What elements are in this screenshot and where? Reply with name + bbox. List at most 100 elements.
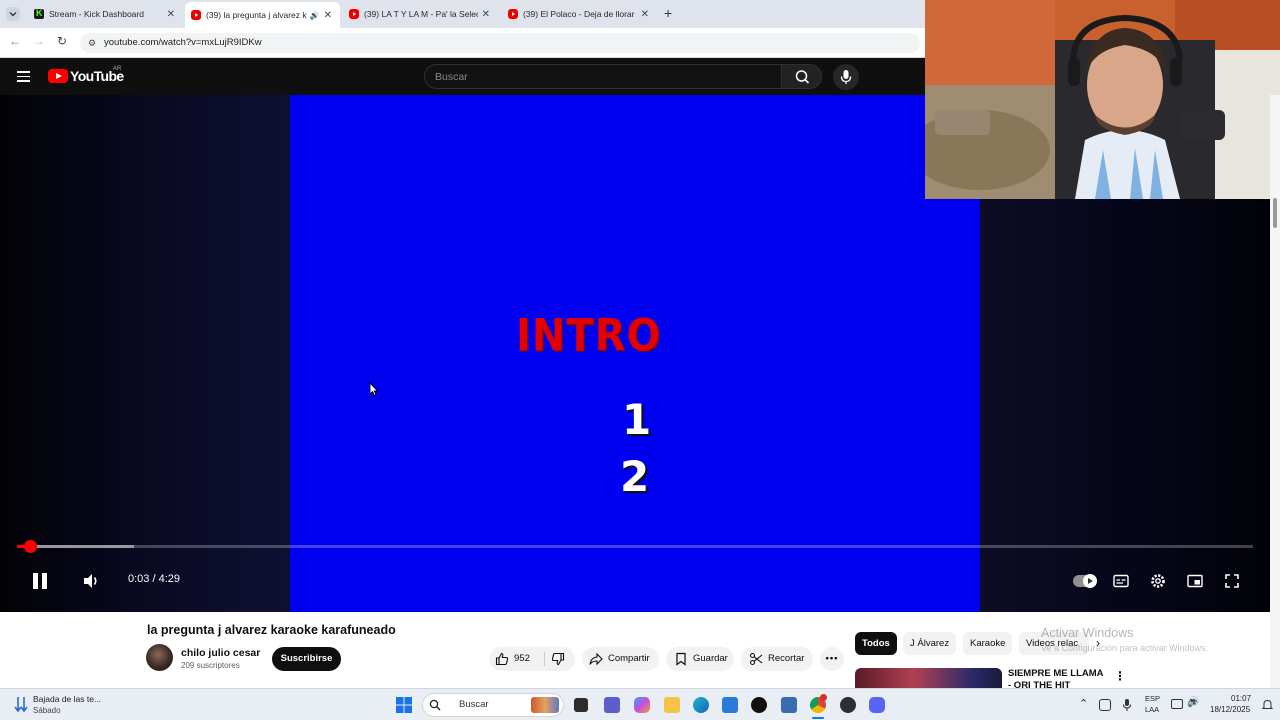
scrubber-handle[interactable]	[24, 540, 38, 553]
channel-avatar[interactable]	[146, 644, 173, 671]
search-input[interactable]	[425, 65, 781, 88]
browser-tab-latylam[interactable]: (39) LA T Y LA M - Pa' la Selecc ✕	[343, 3, 498, 25]
reload-icon[interactable]: ↻	[57, 34, 67, 48]
chrome-notification-badge	[820, 694, 827, 701]
player-ambient-left	[0, 95, 290, 612]
miniplayer-icon[interactable]	[1186, 572, 1204, 590]
discord-icon[interactable]	[869, 697, 885, 713]
voice-search-button[interactable]	[833, 64, 859, 90]
channel-name[interactable]: chilo julio cesar	[181, 647, 260, 659]
clip-button[interactable]: Recortar	[741, 647, 813, 671]
browser-tab-pregunta[interactable]: (39) la pregunta j alvarez ka 🔊 ✕	[185, 2, 340, 28]
fullscreen-icon[interactable]	[1223, 572, 1241, 590]
chip-todos[interactable]: Todos	[855, 632, 897, 655]
video-title: la pregunta j alvarez karaoke karafunead…	[147, 623, 396, 637]
subscriber-count: 209 suscriptores	[181, 661, 240, 670]
taskbar-search-label: Buscar	[459, 699, 489, 710]
search-box[interactable]	[424, 64, 782, 89]
youtube-logo-icon[interactable]	[48, 69, 68, 83]
clock-time[interactable]: 01:07	[1231, 694, 1251, 703]
save-label: Guardar	[693, 653, 728, 664]
edge-icon[interactable]	[693, 697, 709, 713]
file-explorer-icon[interactable]	[664, 697, 680, 713]
notification-bell-icon[interactable]	[1262, 699, 1273, 711]
progress-bar[interactable]	[17, 545, 1253, 548]
youtube-icon	[349, 9, 359, 19]
play-icon	[1088, 578, 1093, 584]
app-icon[interactable]	[781, 697, 797, 713]
karaoke-count-2: 2	[620, 452, 650, 501]
teams-icon[interactable]	[604, 697, 620, 713]
search-button[interactable]	[781, 64, 822, 89]
chip-karaoke[interactable]: Karaoke	[963, 632, 1013, 655]
task-view-icon[interactable]	[574, 698, 588, 712]
new-tab-button[interactable]: +	[664, 5, 672, 21]
more-vertical-icon[interactable]: ⋮	[1114, 669, 1126, 683]
scrollbar-thumb[interactable]	[1273, 198, 1277, 228]
chip-j-alvarez[interactable]: J Álvarez	[903, 632, 957, 655]
weather-widget[interactable]: Bajada de las te... Sábado	[12, 692, 122, 718]
bookmark-icon	[676, 652, 686, 666]
tab-title: (39) la pregunta j alvarez ka	[206, 10, 307, 20]
copilot-icon[interactable]	[634, 697, 650, 713]
page-scrollbar[interactable]	[1270, 95, 1280, 688]
activation-watermark-title: Activar Windows	[1041, 626, 1134, 640]
address-bar-row: ← → ↻ ⚙ youtube.com/watch?v=mxLujR9IDKw	[0, 28, 925, 58]
dislike-button[interactable]	[545, 647, 575, 671]
like-count: 952	[514, 653, 530, 664]
settings-gear-icon[interactable]	[1149, 572, 1167, 590]
clock-date[interactable]: 18/12/2025	[1210, 705, 1250, 714]
taskbar-search[interactable]: Buscar	[422, 693, 564, 717]
speaker-icon[interactable]: 🔊	[310, 11, 320, 20]
search-icon	[429, 699, 441, 711]
speaker-tray-icon[interactable]: 🔊	[1187, 697, 1199, 708]
store-icon[interactable]	[722, 697, 738, 713]
mouse-cursor-icon	[369, 382, 379, 397]
tab-list-dropdown-icon[interactable]	[6, 7, 20, 21]
like-button[interactable]: 952	[489, 647, 544, 671]
weather-sub: Sábado	[33, 706, 61, 715]
forward-arrow-icon[interactable]: →	[33, 34, 45, 48]
display-tray-icon[interactable]	[1171, 699, 1183, 709]
weather-arrow-icon	[14, 697, 28, 713]
microphone-tray-icon[interactable]	[1121, 698, 1133, 712]
network-tray-icon[interactable]	[1099, 699, 1111, 711]
recommended-title[interactable]: SIEMPRE ME LLAMA - ORI THE HIT MACHIN	[1008, 668, 1108, 688]
more-actions-button[interactable]: •••	[820, 647, 844, 671]
tab-title: (39) LA T Y LA M - Pa' la Selecc	[364, 9, 478, 19]
back-arrow-icon[interactable]: ←	[9, 34, 21, 48]
save-button[interactable]: Guardar	[666, 647, 734, 671]
tiktok-icon[interactable]	[751, 697, 767, 713]
browser-tab-strip: Stream - Kick Dashboard ✕ (39) la pregun…	[0, 0, 925, 28]
volume-icon[interactable]	[81, 571, 101, 591]
youtube-icon	[191, 10, 201, 20]
recommended-thumbnail[interactable]	[855, 668, 1002, 688]
close-icon[interactable]: ✕	[482, 9, 490, 20]
language-bottom[interactable]: LAA	[1145, 705, 1159, 714]
more-horizontal-icon: •••	[825, 653, 839, 664]
browser-tab-polaco[interactable]: (39) El Polaco - Deja de llorar - ✕	[502, 3, 657, 25]
subtitles-icon[interactable]	[1112, 572, 1130, 590]
country-code: AR	[113, 66, 122, 72]
share-icon	[589, 652, 603, 666]
share-button[interactable]: Compartir	[582, 647, 659, 671]
close-icon[interactable]: ✕	[324, 10, 332, 21]
tab-title: (39) El Polaco - Deja de llorar -	[523, 9, 637, 19]
microphone-icon	[840, 70, 852, 84]
menu-icon[interactable]	[17, 71, 30, 82]
pause-icon[interactable]	[31, 571, 49, 591]
close-icon[interactable]: ✕	[167, 9, 175, 20]
site-info-icon[interactable]: ⚙	[88, 33, 96, 53]
language-top[interactable]: ESP	[1145, 694, 1160, 703]
start-windows-icon[interactable]	[396, 697, 412, 713]
karaoke-intro-text: INTRO	[516, 310, 662, 362]
chevron-up-icon[interactable]: ⌃	[1079, 697, 1088, 710]
url-field[interactable]: ⚙ youtube.com/watch?v=mxLujR9IDKw	[80, 33, 920, 53]
autoplay-toggle[interactable]	[1073, 574, 1097, 588]
url-text: youtube.com/watch?v=mxLujR9IDKw	[104, 37, 262, 48]
close-icon[interactable]: ✕	[641, 9, 649, 20]
obs-icon[interactable]	[840, 697, 856, 713]
active-app-indicator	[812, 717, 824, 719]
subscribe-button[interactable]: Suscribirse	[272, 647, 341, 671]
browser-tab-kick[interactable]: Stream - Kick Dashboard ✕	[28, 3, 183, 25]
